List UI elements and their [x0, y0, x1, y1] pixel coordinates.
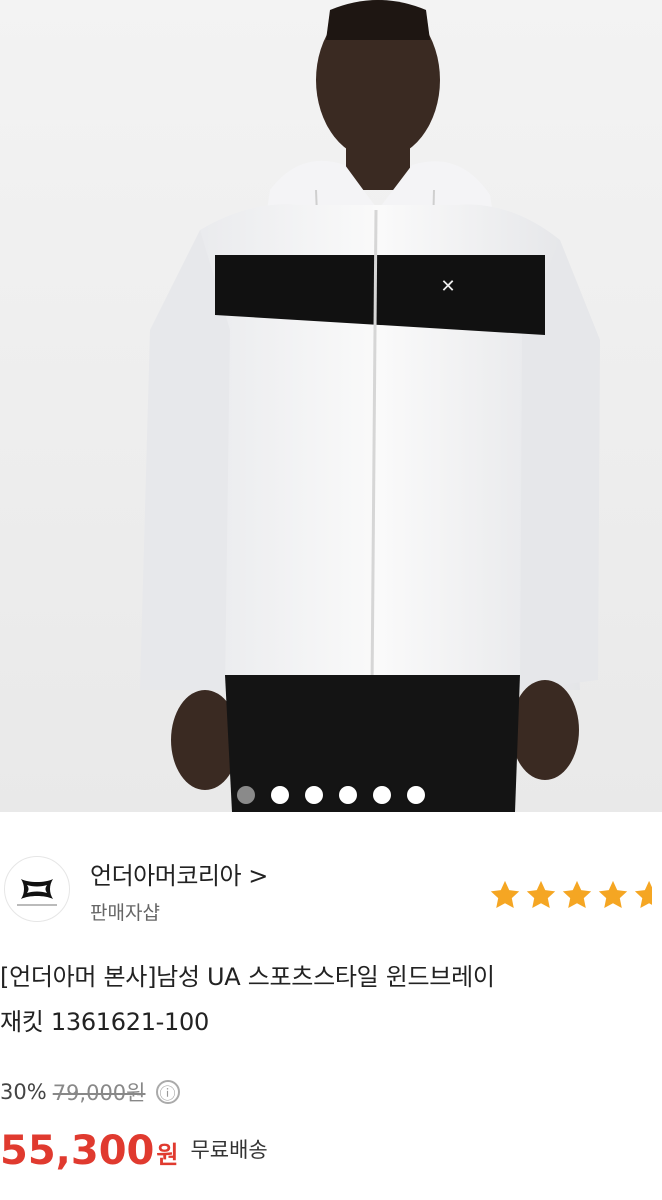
product-title-line-1: [언더아머 본사]남성 UA 스포츠스타일 윈드브레이: [0, 963, 495, 991]
info-icon[interactable]: ⓘ: [155, 1080, 180, 1104]
currency-unit: 원: [156, 1141, 179, 1169]
carousel-indicator: [0, 783, 662, 807]
product-title: [언더아머 본사]남성 UA 스포츠스타일 윈드브레이 재킷 1361621-1…: [0, 955, 662, 1045]
product-image[interactable]: ✕: [0, 0, 662, 812]
carousel-dot-3[interactable]: [305, 786, 323, 804]
star-icon: [562, 880, 592, 909]
discount-rate: 30%: [0, 1080, 47, 1104]
rating-stars: [488, 878, 652, 914]
carousel-dot-6[interactable]: [407, 786, 425, 804]
shipping-label: 무료배송: [190, 1138, 268, 1162]
star-icon: [526, 880, 556, 909]
seller-section[interactable]: 언더아머코리아 > 판매자샵: [0, 850, 662, 930]
sale-price-row: 55,300 원 무료배송: [0, 1118, 268, 1174]
original-price: 79,000원: [52, 1081, 146, 1105]
seller-logo[interactable]: [4, 856, 70, 922]
carousel-dot-4[interactable]: [339, 786, 357, 804]
product-title-line-2: 재킷 1361621-100: [0, 1008, 209, 1036]
seller-name[interactable]: 언더아머코리아 >: [90, 856, 268, 891]
star-icon: [598, 880, 628, 909]
sale-price: 55,300: [0, 1128, 155, 1174]
carousel-dot-5[interactable]: [373, 786, 391, 804]
half-star-icon: [634, 880, 652, 909]
star-icon: [490, 880, 520, 909]
svg-text:✕: ✕: [440, 276, 455, 297]
carousel-dot-1[interactable]: [237, 786, 255, 804]
price-discount-row: 30% 79,000원 ⓘ: [0, 1076, 180, 1108]
product-photo-illustration: ✕: [0, 0, 662, 812]
seller-subtitle: 판매자샵: [90, 902, 160, 924]
carousel-dot-2[interactable]: [271, 786, 289, 804]
under-armour-logo-icon: [17, 879, 57, 906]
